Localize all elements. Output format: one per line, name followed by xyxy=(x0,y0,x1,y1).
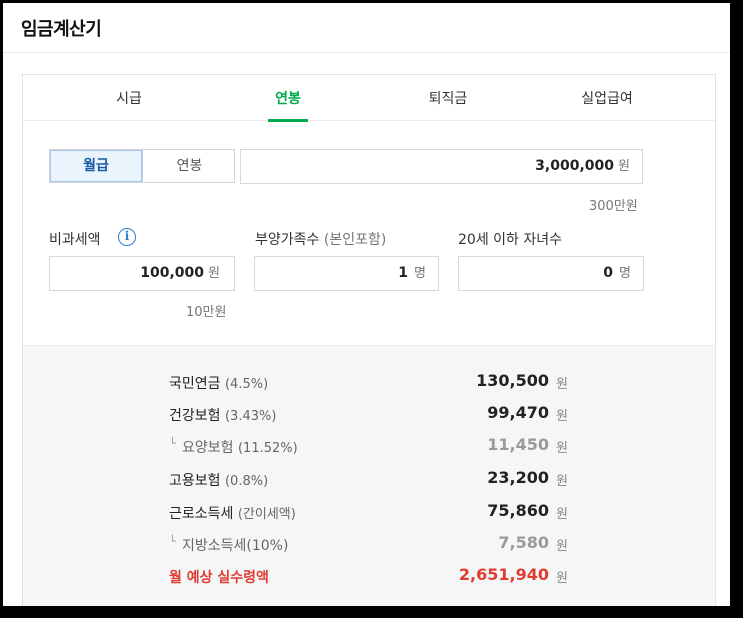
income-tax-row: 근로소득세 (간이세액) 75,860 원 xyxy=(23,501,715,525)
national-pension-amount: 130,500 xyxy=(476,371,549,390)
salary-value: 3,000,000 xyxy=(535,158,614,174)
tab-annual-salary[interactable]: 연봉 xyxy=(218,75,358,122)
dependents-label-note: (본인포함) xyxy=(323,232,387,248)
local-income-tax-name: 지방소득세(10%) xyxy=(182,538,289,554)
employment-insurance-label: 고용보험 (0.8%) xyxy=(169,470,268,490)
health-insurance-amount: 99,470 xyxy=(487,403,549,422)
net-pay-row: 월 예상 실수령액 2,651,940 원 xyxy=(23,565,715,589)
local-income-tax-amount: 7,580 xyxy=(498,533,549,552)
annual-option[interactable]: 연봉 xyxy=(143,150,236,182)
won-unit: 원 xyxy=(556,474,568,489)
page-title: 임금계산기 xyxy=(21,19,102,40)
won-unit: 원 xyxy=(556,507,568,522)
income-tax-amount: 75,860 xyxy=(487,501,549,520)
national-pension-label: 국민연금 (4.5%) xyxy=(169,373,268,393)
tree-branch-icon: └ xyxy=(169,437,176,450)
health-insurance-pct: (3.43%) xyxy=(224,409,277,424)
monthly-option[interactable]: 월급 xyxy=(50,150,143,182)
health-insurance-row: 건강보험 (3.43%) 99,470 원 xyxy=(23,403,715,427)
long-term-care-row: └ 요양보험 (11.52%) 11,450 원 xyxy=(23,435,715,459)
tab-severance-label: 퇴직금 xyxy=(428,91,468,107)
calculator-window: 임금계산기 시급 연봉 퇴직금 실업급여 월급 연봉 3,000,000 원 3… xyxy=(3,3,730,606)
income-tax-pct: (간이세액) xyxy=(237,507,296,522)
tax-free-value: 100,000 xyxy=(140,265,204,281)
income-tax-name: 근로소득세 xyxy=(169,506,234,522)
long-term-care-pct: (11.52%) xyxy=(237,441,298,456)
employment-insurance-amount: 23,200 xyxy=(487,468,549,487)
tab-severance[interactable]: 퇴직금 xyxy=(378,75,518,121)
salary-unit: 원 xyxy=(618,159,630,174)
health-insurance-label: 건강보험 (3.43%) xyxy=(169,405,276,425)
dependents-unit: 명 xyxy=(414,266,426,281)
children-input[interactable]: 0 명 xyxy=(458,256,644,291)
income-tax-label: 근로소득세 (간이세액) xyxy=(169,503,296,523)
tab-hourly[interactable]: 시급 xyxy=(59,75,199,121)
tab-annual-salary-label: 연봉 xyxy=(275,91,301,107)
tab-hourly-label: 시급 xyxy=(116,91,142,107)
children-label: 20세 이하 자녀수 xyxy=(458,232,562,248)
results-panel: 국민연금 (4.5%) 130,500 원 건강보험 (3.43%) 99,47… xyxy=(23,345,715,606)
active-tab-indicator xyxy=(268,119,308,122)
won-unit: 원 xyxy=(556,441,568,456)
dependents-value: 1 xyxy=(398,265,408,281)
dependents-label-text: 부양가족수 xyxy=(255,232,320,248)
long-term-care-amount: 11,450 xyxy=(487,435,549,454)
won-unit: 원 xyxy=(556,409,568,424)
employment-insurance-pct: (0.8%) xyxy=(224,474,269,489)
long-term-care-label: └ 요양보험 (11.52%) xyxy=(169,437,298,457)
won-unit: 원 xyxy=(556,377,568,392)
health-insurance-name: 건강보험 xyxy=(169,408,221,424)
calculator-card: 시급 연봉 퇴직금 실업급여 월급 연봉 3,000,000 원 300만원 비… xyxy=(22,74,716,606)
salary-input[interactable]: 3,000,000 원 xyxy=(240,149,643,184)
children-unit: 명 xyxy=(619,266,631,281)
local-income-tax-label: └ 지방소득세(10%) xyxy=(169,535,288,555)
tax-free-input[interactable]: 100,000 원 xyxy=(49,256,235,291)
tax-free-unit: 원 xyxy=(208,266,220,281)
local-income-tax-row: └ 지방소득세(10%) 7,580 원 xyxy=(23,533,715,557)
tab-unemployment[interactable]: 실업급여 xyxy=(537,75,677,121)
dependents-label: 부양가족수 (본인포함) xyxy=(255,229,386,249)
children-value: 0 xyxy=(603,265,613,281)
tax-free-label: 비과세액 xyxy=(49,232,101,248)
salary-hint: 300만원 xyxy=(589,199,638,214)
net-pay-amount: 2,651,940 xyxy=(458,565,549,584)
tab-bar: 시급 연봉 퇴직금 실업급여 xyxy=(23,75,715,122)
employment-insurance-name: 고용보험 xyxy=(169,473,221,489)
long-term-care-name: 요양보험 xyxy=(182,440,234,456)
national-pension-row: 국민연금 (4.5%) 130,500 원 xyxy=(23,371,715,395)
employment-insurance-row: 고용보험 (0.8%) 23,200 원 xyxy=(23,468,715,492)
pay-type-toggle: 월급 연봉 xyxy=(49,149,235,183)
national-pension-name: 국민연금 xyxy=(169,376,221,392)
header: 임금계산기 xyxy=(3,3,730,53)
info-icon[interactable]: i xyxy=(118,228,136,246)
dependents-input[interactable]: 1 명 xyxy=(254,256,439,291)
tab-unemployment-label: 실업급여 xyxy=(581,91,633,107)
won-unit: 원 xyxy=(556,539,568,554)
national-pension-pct: (4.5%) xyxy=(224,377,269,392)
tax-free-hint: 10만원 xyxy=(186,305,227,320)
won-unit: 원 xyxy=(556,571,568,586)
net-pay-label: 월 예상 실수령액 xyxy=(169,570,269,586)
tree-branch-icon: └ xyxy=(169,535,176,548)
